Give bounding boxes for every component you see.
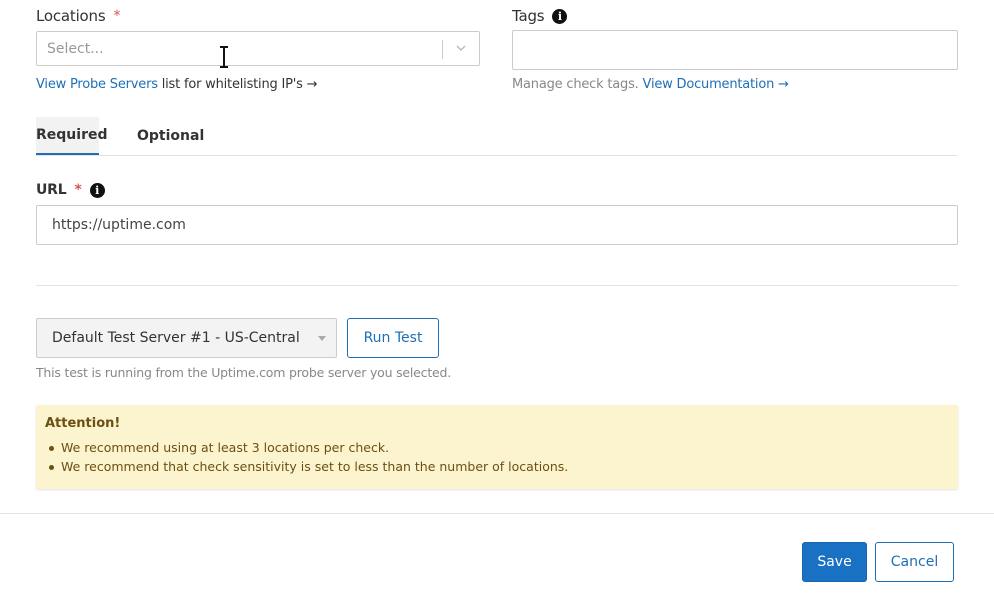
run-test-button[interactable]: Run Test [347,318,439,358]
alert-title: Attention! [45,416,121,431]
alert-item: We recommend that check sensitivity is s… [45,457,949,476]
alert-list: We recommend using at least 3 locations … [45,438,949,476]
locations-placeholder: Select... [47,41,104,57]
attention-alert: Attention! We recommend using at least 3… [36,405,958,489]
required-mark: * [74,182,82,198]
select-divider [442,40,443,59]
alert-item: We recommend using at least 3 locations … [45,438,949,457]
info-icon[interactable]: i [552,8,568,24]
tags-input[interactable] [512,30,958,70]
footer-divider [0,513,994,514]
info-icon[interactable]: i [89,182,105,198]
check-form: Locations * Select... View Probe Servers… [0,0,994,600]
view-documentation-link[interactable]: View Documentation → [643,77,789,92]
tab-optional[interactable]: Optional [137,117,204,155]
tags-label: Tags [512,7,545,25]
url-label-group: URL * i [36,182,105,198]
chevron-down-icon[interactable] [455,42,467,54]
test-server-select[interactable]: Default Test Server #1 - US-Central [36,318,337,358]
url-label: URL [36,182,67,198]
test-server-value: Default Test Server #1 - US-Central [52,330,300,346]
text-cursor-icon [220,46,228,68]
locations-help-text: list for whitelisting IP's → [157,77,318,92]
tags-help-text: Manage check tags. [512,77,643,92]
view-probe-servers-link[interactable]: View Probe Servers [36,77,158,92]
tags-label-group: Tags i [512,7,568,25]
locations-label-group: Locations * [36,7,120,25]
cancel-button[interactable]: Cancel [875,542,954,582]
url-input[interactable]: https://uptime.com [36,205,958,245]
tab-bar: Required Optional [36,117,958,156]
tab-required[interactable]: Required [36,117,107,155]
save-button[interactable]: Save [802,542,867,582]
required-mark: * [113,8,121,24]
test-note: This test is running from the Uptime.com… [36,365,452,380]
divider [36,285,958,286]
caret-down-icon [318,336,326,341]
tags-help: Manage check tags. View Documentation → [512,77,789,92]
url-value: https://uptime.com [52,217,186,233]
locations-select[interactable]: Select... [36,31,480,66]
locations-help: View Probe Servers list for whitelisting… [36,77,318,92]
locations-label: Locations [36,7,106,25]
